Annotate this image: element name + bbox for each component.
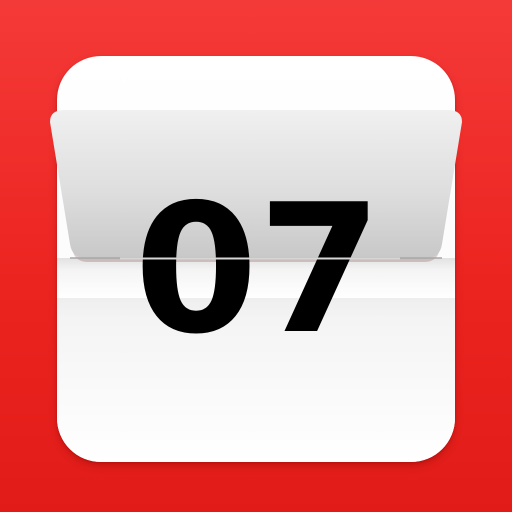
app-icon-background: 07 07 (0, 0, 512, 512)
calendar-flip-page: 07 07 (50, 110, 462, 462)
